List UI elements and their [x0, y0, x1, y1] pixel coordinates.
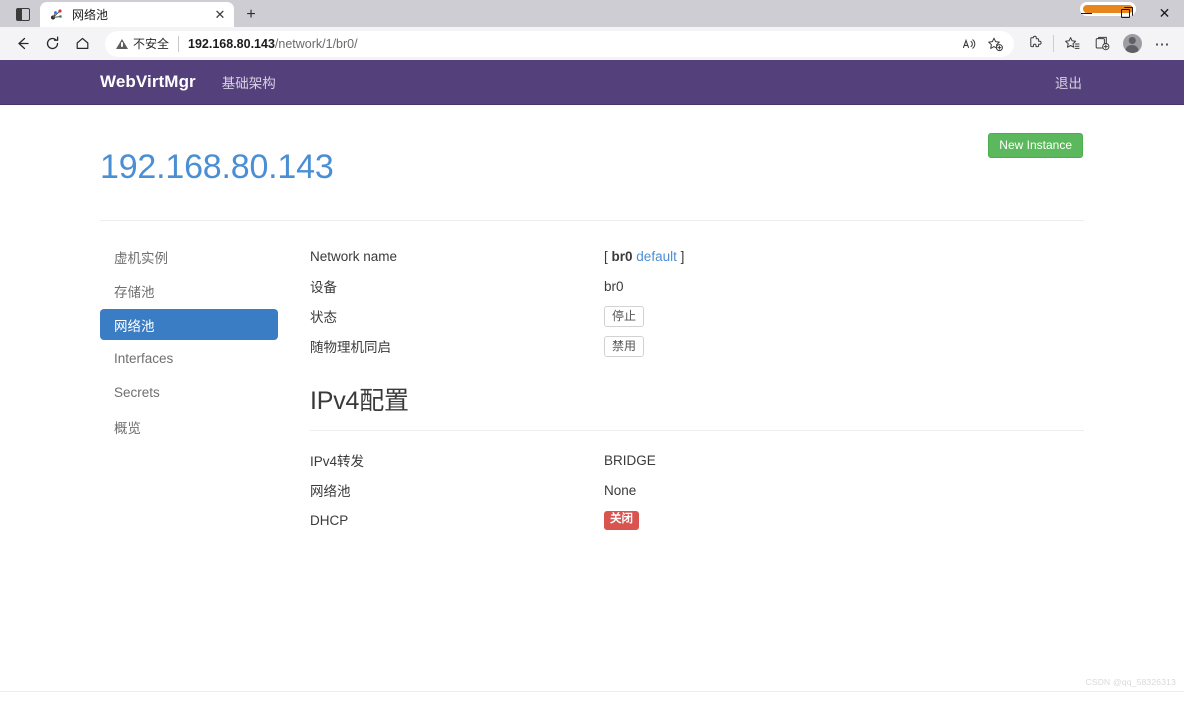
detail-value: 关闭 — [604, 510, 1084, 530]
detail-label: 状态 — [310, 310, 337, 326]
sidebar-item-networks[interactable]: 网络池 — [100, 309, 278, 341]
home-icon[interactable] — [67, 30, 97, 58]
page-bottom-edge — [0, 691, 1184, 701]
detail-label: IPv4转发 — [310, 454, 365, 470]
avatar — [1122, 34, 1142, 53]
watermark: CSDN @qq_58326313 — [1085, 677, 1176, 687]
omnibox-actions — [956, 32, 1008, 56]
collections-icon[interactable] — [1087, 30, 1117, 58]
ipv4-section-title: IPv4配置 — [310, 381, 1084, 432]
maximize-button[interactable] — [1106, 0, 1145, 27]
back-icon[interactable] — [7, 30, 37, 58]
sidebar-item-instances[interactable]: 虚机实例 — [100, 241, 278, 272]
tab-title: 网络池 — [72, 8, 109, 22]
detail-row-dhcp: DHCP 关闭 — [310, 505, 1084, 535]
sidebar: 虚机实例 存储池 网络池 Interfaces Secrets 概览 — [100, 237, 278, 535]
detail-row-network-pool: 网络池 None — [310, 475, 1084, 505]
profile-avatar[interactable] — [1117, 30, 1147, 58]
address-bar[interactable]: 不安全 192.168.80.143/network/1/br0/ — [105, 30, 1014, 57]
url-text: 192.168.80.143/network/1/br0/ — [188, 37, 956, 51]
detail-label: 随物理机同启 — [310, 340, 391, 356]
bracket-close: ] — [676, 248, 685, 264]
network-name-value: br0 — [611, 248, 633, 264]
sidebar-item-secrets[interactable]: Secrets — [100, 377, 278, 408]
browser-tab[interactable]: 网络池 ✕ — [40, 2, 234, 27]
sidebar-item-overview[interactable]: 概览 — [100, 411, 278, 442]
detail-value: 停止 — [604, 305, 1084, 327]
sidebar-item-interfaces[interactable]: Interfaces — [100, 343, 278, 374]
stop-button[interactable]: 停止 — [604, 305, 645, 327]
detail-label: Network name — [310, 248, 398, 264]
browser-toolbar: 不安全 192.168.80.143/network/1/br0/ ⋯ — [0, 27, 1184, 60]
settings-more-icon[interactable]: ⋯ — [1147, 30, 1177, 58]
disable-autostart-button[interactable]: 禁用 — [604, 335, 645, 357]
security-status-label[interactable]: 不安全 — [133, 35, 169, 52]
window-controls: ✕ — [1067, 0, 1184, 27]
detail-row-state: 状态 停止 — [310, 301, 1084, 331]
detail-row-ipv4-forward: IPv4转发 BRIDGE — [310, 445, 1084, 475]
detail-label: DHCP — [310, 512, 349, 528]
app-navbar: WebVirtMgr 基础架构 退出 — [0, 60, 1184, 105]
detail-row-autostart: 随物理机同启 禁用 — [310, 331, 1084, 361]
url-path: /network/1/br0/ — [274, 36, 358, 51]
web-page: WebVirtMgr 基础架构 退出 192.168.80.143 New In… — [0, 60, 1184, 701]
new-tab-button[interactable]: + — [238, 2, 264, 27]
close-icon[interactable]: ✕ — [212, 7, 228, 23]
ipv4-section-rows: IPv4转发 BRIDGE 网络池 None DHCP 关闭 — [310, 431, 1084, 535]
page-body: 虚机实例 存储池 网络池 Interfaces Secrets 概览 Netwo… — [100, 221, 1084, 535]
page-container: 192.168.80.143 New Instance 虚机实例 存储池 网络池… — [100, 105, 1084, 535]
detail-value: None — [604, 482, 637, 498]
detail-value: br0 — [604, 278, 624, 294]
tab-actions-button[interactable] — [6, 1, 40, 27]
default-link[interactable]: default — [636, 249, 677, 264]
refresh-icon[interactable] — [37, 30, 67, 58]
tab-actions-icon — [16, 7, 30, 21]
toolbar-divider — [1053, 35, 1054, 52]
app-brand[interactable]: WebVirtMgr — [100, 72, 196, 92]
detail-value: [ br0 default ] — [604, 249, 1084, 264]
minimize-button[interactable] — [1067, 0, 1106, 27]
navbar-inner: WebVirtMgr 基础架构 退出 — [100, 60, 1084, 104]
not-secure-icon — [116, 38, 128, 49]
favorites-icon[interactable] — [1057, 30, 1087, 58]
site-favicon — [49, 7, 64, 22]
read-aloud-icon[interactable] — [956, 32, 982, 56]
toolbar-right-actions: ⋯ — [1020, 30, 1177, 58]
add-favorite-icon[interactable] — [982, 32, 1008, 56]
extensions-icon[interactable] — [1020, 30, 1050, 58]
page-title: 192.168.80.143 — [100, 147, 334, 186]
content-panel: Network name [ br0 default ] 设备 br0 状态 停… — [278, 237, 1084, 535]
dhcp-status-badge: 关闭 — [604, 511, 639, 530]
detail-row-network-name: Network name [ br0 default ] — [310, 241, 1084, 271]
new-instance-button[interactable]: New Instance — [988, 133, 1083, 158]
logout-link[interactable]: 退出 — [1055, 72, 1084, 92]
detail-value: 禁用 — [604, 335, 1084, 357]
nav-item-infrastructure[interactable]: 基础架构 — [222, 72, 276, 92]
url-host: 192.168.80.143 — [188, 36, 275, 51]
detail-label: 设备 — [310, 280, 337, 296]
page-header: 192.168.80.143 New Instance — [100, 127, 1084, 222]
close-window-button[interactable]: ✕ — [1145, 0, 1184, 27]
detail-label: 网络池 — [310, 484, 351, 500]
tab-strip: 网络池 ✕ + ✕ — [0, 0, 1184, 27]
detail-row-device: 设备 br0 — [310, 271, 1084, 301]
bracket-open: [ — [604, 248, 612, 264]
omnibox-divider — [178, 35, 180, 52]
detail-value: BRIDGE — [604, 452, 656, 468]
sidebar-item-storage-pools[interactable]: 存储池 — [100, 275, 278, 306]
browser-window: 网络池 ✕ + ✕ 不安全 192.168.80.143/network/1/b… — [0, 0, 1184, 701]
